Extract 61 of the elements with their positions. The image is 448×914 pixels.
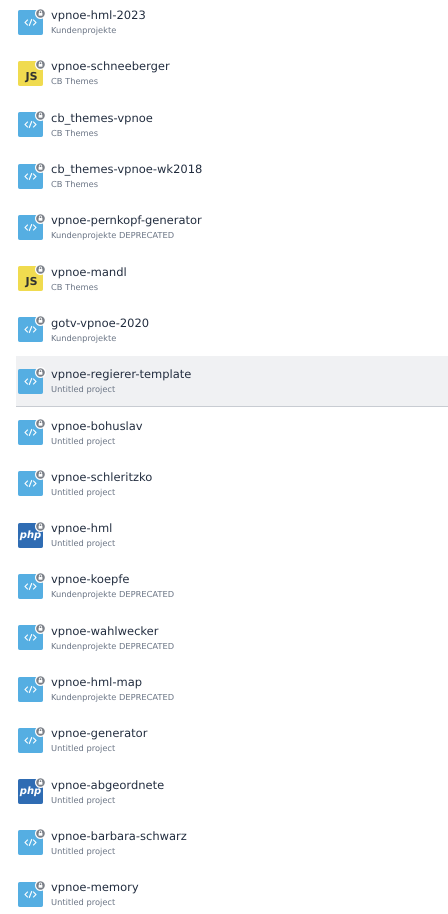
code-icon: [18, 112, 43, 138]
project-row[interactable]: vpnoe-koepfe Kundenprojekte DEPRECATED: [16, 561, 448, 613]
folder-name: Untitled project: [51, 436, 116, 447]
folder-name: Untitled project: [51, 384, 116, 396]
project-row[interactable]: vpnoe-schleritzko Untitled project: [16, 458, 448, 510]
folder-name: CB Themes: [51, 179, 100, 190]
folder-name: Kundenprojekte DEPRECATED: [51, 589, 174, 600]
folder-name: Untitled project: [51, 794, 116, 806]
project-name: vpnoe-hml-2023: [51, 8, 146, 22]
project-name: vpnoe-hml: [51, 521, 114, 536]
folder-name: CB Themes: [51, 128, 100, 139]
project-name: cb_themes-vpnoe: [51, 110, 153, 125]
folder-name: Untitled project: [51, 538, 116, 550]
code-icon: [18, 625, 43, 650]
project-name: vpnoe-abgeordnete: [51, 778, 164, 792]
code-icon: [18, 420, 43, 446]
project-name: vpnoe-memory: [51, 880, 139, 894]
project-name: vpnoe-hml-map: [51, 675, 144, 689]
project-row[interactable]: cb_themes-vpnoe CB Themes: [16, 100, 448, 151]
project-row[interactable]: vpnoe-bohuslav Untitled project: [16, 407, 448, 459]
code-icon: [18, 830, 43, 856]
project-name: vpnoe-schneeberger: [51, 59, 170, 74]
folder-name: Untitled project: [51, 897, 116, 908]
project-name: vpnoe-mandl: [51, 264, 127, 279]
project-row[interactable]: vpnoe-generator Untitled project: [16, 715, 448, 766]
project-row[interactable]: php vpnoe-abgeordnete Untitled project: [16, 766, 448, 818]
project-name: vpnoe-pernkopf-generator: [51, 213, 202, 228]
project-name: vpnoe-generator: [51, 726, 148, 740]
folder-name: CB Themes: [51, 76, 100, 88]
project-row[interactable]: vpnoe-memory Untitled project: [16, 869, 448, 914]
folder-name: Untitled project: [51, 743, 116, 754]
project-row[interactable]: gotv-vpnoe-2020 Kundenprojekte: [16, 304, 448, 356]
project-name: vpnoe-koepfe: [51, 572, 130, 586]
folder-name: Kundenprojekte DEPRECATED: [51, 230, 176, 242]
project-row[interactable]: vpnoe-wahlwecker Kundenprojekte DEPRECATED: [16, 612, 448, 664]
folder-name: Kundenprojekte: [51, 25, 118, 36]
php-icon: php: [18, 779, 43, 804]
folder-name: Kundenprojekte: [51, 332, 118, 344]
project-name: vpnoe-wahlwecker: [51, 624, 160, 638]
project-name: gotv-vpnoe-2020: [51, 316, 150, 330]
project-row[interactable]: vpnoe-pernkopf-generator Kundenprojekte DEPRECATED: [16, 202, 448, 254]
code-icon: [18, 471, 43, 496]
project-name: vpnoe-barbara-schwarz: [51, 828, 187, 843]
project-row[interactable]: vpnoe-regierer-template Untitled project: [16, 356, 448, 408]
folder-name: CB Themes: [51, 282, 100, 293]
project-row[interactable]: JS vpnoe-mandl CB Themes: [16, 253, 448, 305]
project-row[interactable]: vpnoe-hml-map Kundenprojekte DEPRECATED: [16, 664, 448, 716]
folder-name: Untitled project: [51, 486, 116, 498]
project-row[interactable]: JS vpnoe-schneeberger CB Themes: [16, 48, 448, 100]
project-name: vpnoe-schleritzko: [51, 470, 152, 484]
project-row[interactable]: vpnoe-barbara-schwarz Untitled project: [16, 818, 448, 870]
project-name: cb_themes-vpnoe-wk2018: [51, 162, 202, 176]
code-icon: [18, 317, 43, 342]
project-row[interactable]: php vpnoe-hml Untitled project: [16, 510, 448, 562]
folder-name: Kundenprojekte DEPRECATED: [51, 692, 174, 703]
project-row[interactable]: vpnoe-hml-2023 Kundenprojekte: [16, 0, 448, 48]
project-name: vpnoe-bohuslav: [51, 418, 143, 433]
project-row[interactable]: cb_themes-vpnoe-wk2018 CB Themes: [16, 150, 448, 202]
folder-name: Kundenprojekte DEPRECATED: [51, 640, 174, 652]
project-name: vpnoe-regierer-template: [51, 367, 192, 382]
folder-name: Untitled project: [51, 846, 116, 857]
